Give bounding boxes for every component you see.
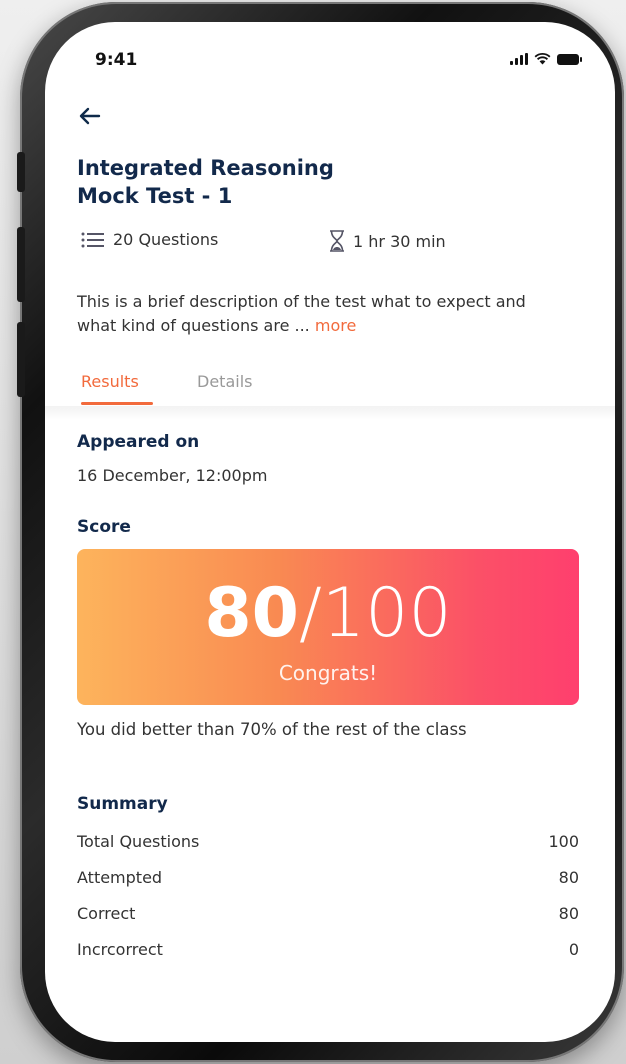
score-card: 80/100 Congrats!: [77, 549, 579, 705]
summary-key: Total Questions: [77, 832, 200, 851]
summary-row: Incrcorrect 0: [77, 940, 579, 964]
status-icons: [510, 52, 582, 65]
page-title: Integrated Reasoning Mock Test - 1: [77, 154, 537, 210]
list-icon: [81, 232, 104, 247]
summary-row: Total Questions 100: [77, 832, 579, 856]
status-bar: 9:41: [77, 46, 582, 74]
cellular-signal-icon: [510, 53, 528, 65]
score-label: Score: [77, 517, 131, 537]
score-display: 80/100: [77, 577, 579, 651]
summary-value: 100: [548, 832, 579, 851]
screen: 9:41 Integrated Reasoning Mock Test - 1: [45, 22, 615, 1042]
summary-key: Correct: [77, 904, 136, 923]
score-value: 80: [204, 574, 299, 653]
back-button[interactable]: [79, 106, 101, 131]
test-description: This is a brief description of the test …: [77, 290, 567, 338]
phone-side-button: [17, 152, 25, 192]
status-time: 9:41: [95, 50, 138, 70]
phone-side-button: [17, 322, 25, 397]
tab-divider-shadow: [45, 406, 615, 420]
duration-label: 1 hr 30 min: [353, 231, 446, 251]
summary-key: Incrcorrect: [77, 940, 163, 959]
tab-bar: Results Details: [77, 366, 579, 406]
score-total: /100: [298, 574, 452, 653]
battery-icon: [557, 54, 582, 65]
test-duration: 1 hr 30 min: [329, 230, 446, 252]
title-line-1: Integrated Reasoning: [77, 156, 334, 180]
summary-row: Attempted 80: [77, 868, 579, 892]
questions-count: 20 Questions: [81, 230, 218, 249]
appeared-on-value: 16 December, 12:00pm: [77, 466, 268, 485]
active-tab-indicator: [81, 402, 153, 405]
arrow-left-icon: [79, 107, 101, 125]
tab-details[interactable]: Details: [197, 372, 252, 391]
summary-value: 80: [558, 868, 579, 887]
description-text: This is a brief description of the test …: [77, 292, 526, 335]
score-message: Congrats!: [278, 661, 378, 685]
more-link[interactable]: more: [315, 316, 356, 335]
summary-row: Correct 80: [77, 904, 579, 928]
questions-label: 20 Questions: [113, 230, 219, 249]
phone-side-button: [17, 227, 25, 302]
summary-value: 80: [558, 904, 579, 923]
test-meta: 20 Questions 1 hr 30 min: [77, 230, 579, 254]
summary-value: 0: [568, 940, 579, 959]
comparison-text: You did better than 70% of the rest of t…: [77, 720, 467, 739]
summary-key: Attempted: [77, 868, 163, 887]
tab-results[interactable]: Results: [81, 372, 139, 391]
wifi-icon: [534, 52, 551, 65]
appeared-on-label: Appeared on: [77, 432, 200, 452]
summary-label: Summary: [77, 794, 168, 814]
hourglass-icon: [330, 230, 344, 252]
title-line-2: Mock Test - 1: [77, 184, 233, 208]
